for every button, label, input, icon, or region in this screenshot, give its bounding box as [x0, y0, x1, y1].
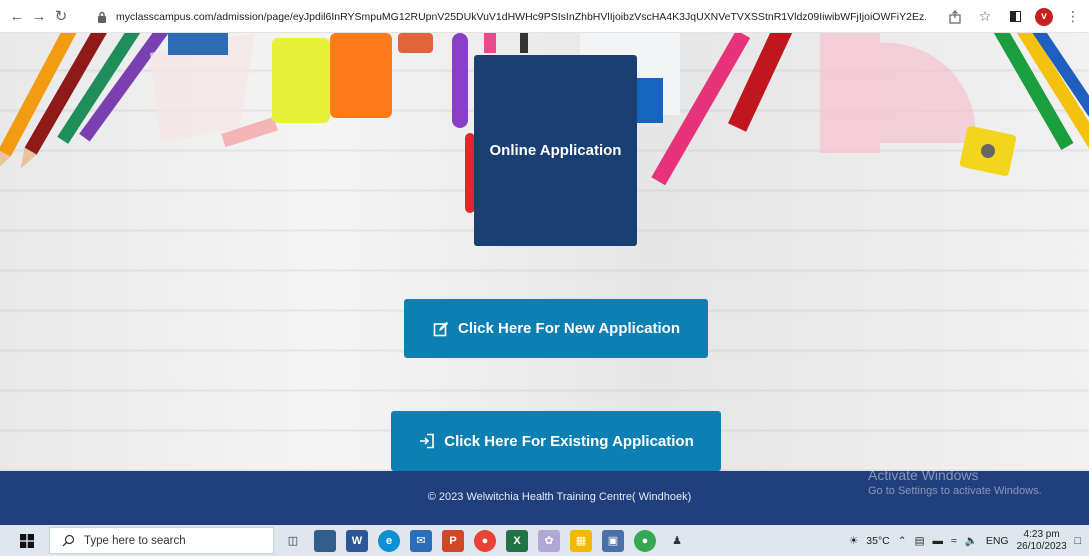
- taskbar-search-box[interactable]: Type here to search: [49, 527, 274, 554]
- browser-toolbar: ← → ↻ myclasscampus.com/admission/page/e…: [0, 0, 1089, 33]
- temperature-label[interactable]: 35°C: [866, 535, 889, 547]
- more-menu-icon[interactable]: ⋮: [1063, 7, 1083, 27]
- address-bar[interactable]: myclasscampus.com/admission/page/eyJpdil…: [96, 5, 971, 28]
- notifications-icon[interactable]: □: [1075, 535, 1081, 547]
- page-footer: Activate Windows Go to Settings to activ…: [0, 467, 1089, 525]
- back-arrow-icon[interactable]: ←: [6, 5, 28, 27]
- chrome-icon[interactable]: ●: [474, 529, 496, 552]
- excel-icon[interactable]: X: [506, 529, 528, 552]
- volume-icon[interactable]: 🔈: [965, 534, 978, 547]
- copyright-text: © 2023 Welwitchia Health Training Centre…: [427, 491, 692, 503]
- tray-overflow-icon[interactable]: ⌃: [898, 535, 907, 547]
- network-icon[interactable]: ▤: [915, 535, 925, 547]
- edit-icon: [432, 320, 450, 338]
- windows-taskbar: Type here to search ◫ W e ✉ P ● X ✿ ▦ ▣ …: [0, 525, 1089, 556]
- profile-avatar[interactable]: v: [1035, 7, 1053, 26]
- widgets-icon[interactable]: [314, 529, 336, 552]
- task-view-icon[interactable]: ◫: [282, 530, 304, 552]
- clock[interactable]: 4:23 pm 26/10/2023: [1017, 529, 1067, 553]
- share-icon[interactable]: [945, 7, 965, 27]
- page-background: Online Application Click Here For New Ap…: [0, 33, 1089, 471]
- people-icon[interactable]: ♟: [666, 530, 688, 552]
- url-text: myclasscampus.com/admission/page/eyJpdil…: [116, 10, 926, 23]
- word-icon[interactable]: W: [346, 529, 368, 552]
- existing-application-button[interactable]: Click Here For Existing Application: [391, 411, 721, 471]
- paint-icon[interactable]: ✿: [538, 529, 560, 552]
- new-application-button[interactable]: Click Here For New Application: [404, 299, 708, 358]
- clock-time: 4:23 pm: [1023, 528, 1060, 540]
- search-icon: [58, 531, 78, 551]
- lock-icon: [96, 10, 108, 24]
- page-title: Online Application: [489, 142, 622, 159]
- mail-icon[interactable]: ✉: [410, 529, 432, 552]
- edge-icon[interactable]: e: [378, 529, 400, 552]
- existing-application-label: Click Here For Existing Application: [444, 432, 694, 450]
- powerpoint-icon[interactable]: P: [442, 529, 464, 552]
- new-application-label: Click Here For New Application: [458, 320, 680, 337]
- wifi-icon[interactable]: ≈: [951, 535, 957, 547]
- search-placeholder: Type here to search: [84, 534, 186, 547]
- activate-windows-title: Activate Windows: [868, 467, 979, 483]
- language-indicator[interactable]: ENG: [986, 535, 1009, 547]
- clock-date: 26/10/2023: [1016, 540, 1067, 552]
- weather-icon[interactable]: ☀: [849, 535, 858, 547]
- bookmark-star-icon[interactable]: ☆: [975, 7, 995, 27]
- windows-start-icon[interactable]: [14, 528, 40, 554]
- battery-icon[interactable]: ▬: [932, 535, 943, 547]
- store-icon[interactable]: ▣: [602, 529, 624, 552]
- chrome-profile-icon[interactable]: ●: [634, 529, 656, 552]
- forward-arrow-icon[interactable]: →: [28, 5, 50, 27]
- file-explorer-icon[interactable]: ▦: [570, 529, 592, 552]
- online-application-card: Online Application: [474, 55, 637, 246]
- sign-in-icon: [418, 432, 436, 450]
- side-panel-icon[interactable]: [1005, 7, 1025, 27]
- reload-icon[interactable]: ↻: [50, 5, 72, 27]
